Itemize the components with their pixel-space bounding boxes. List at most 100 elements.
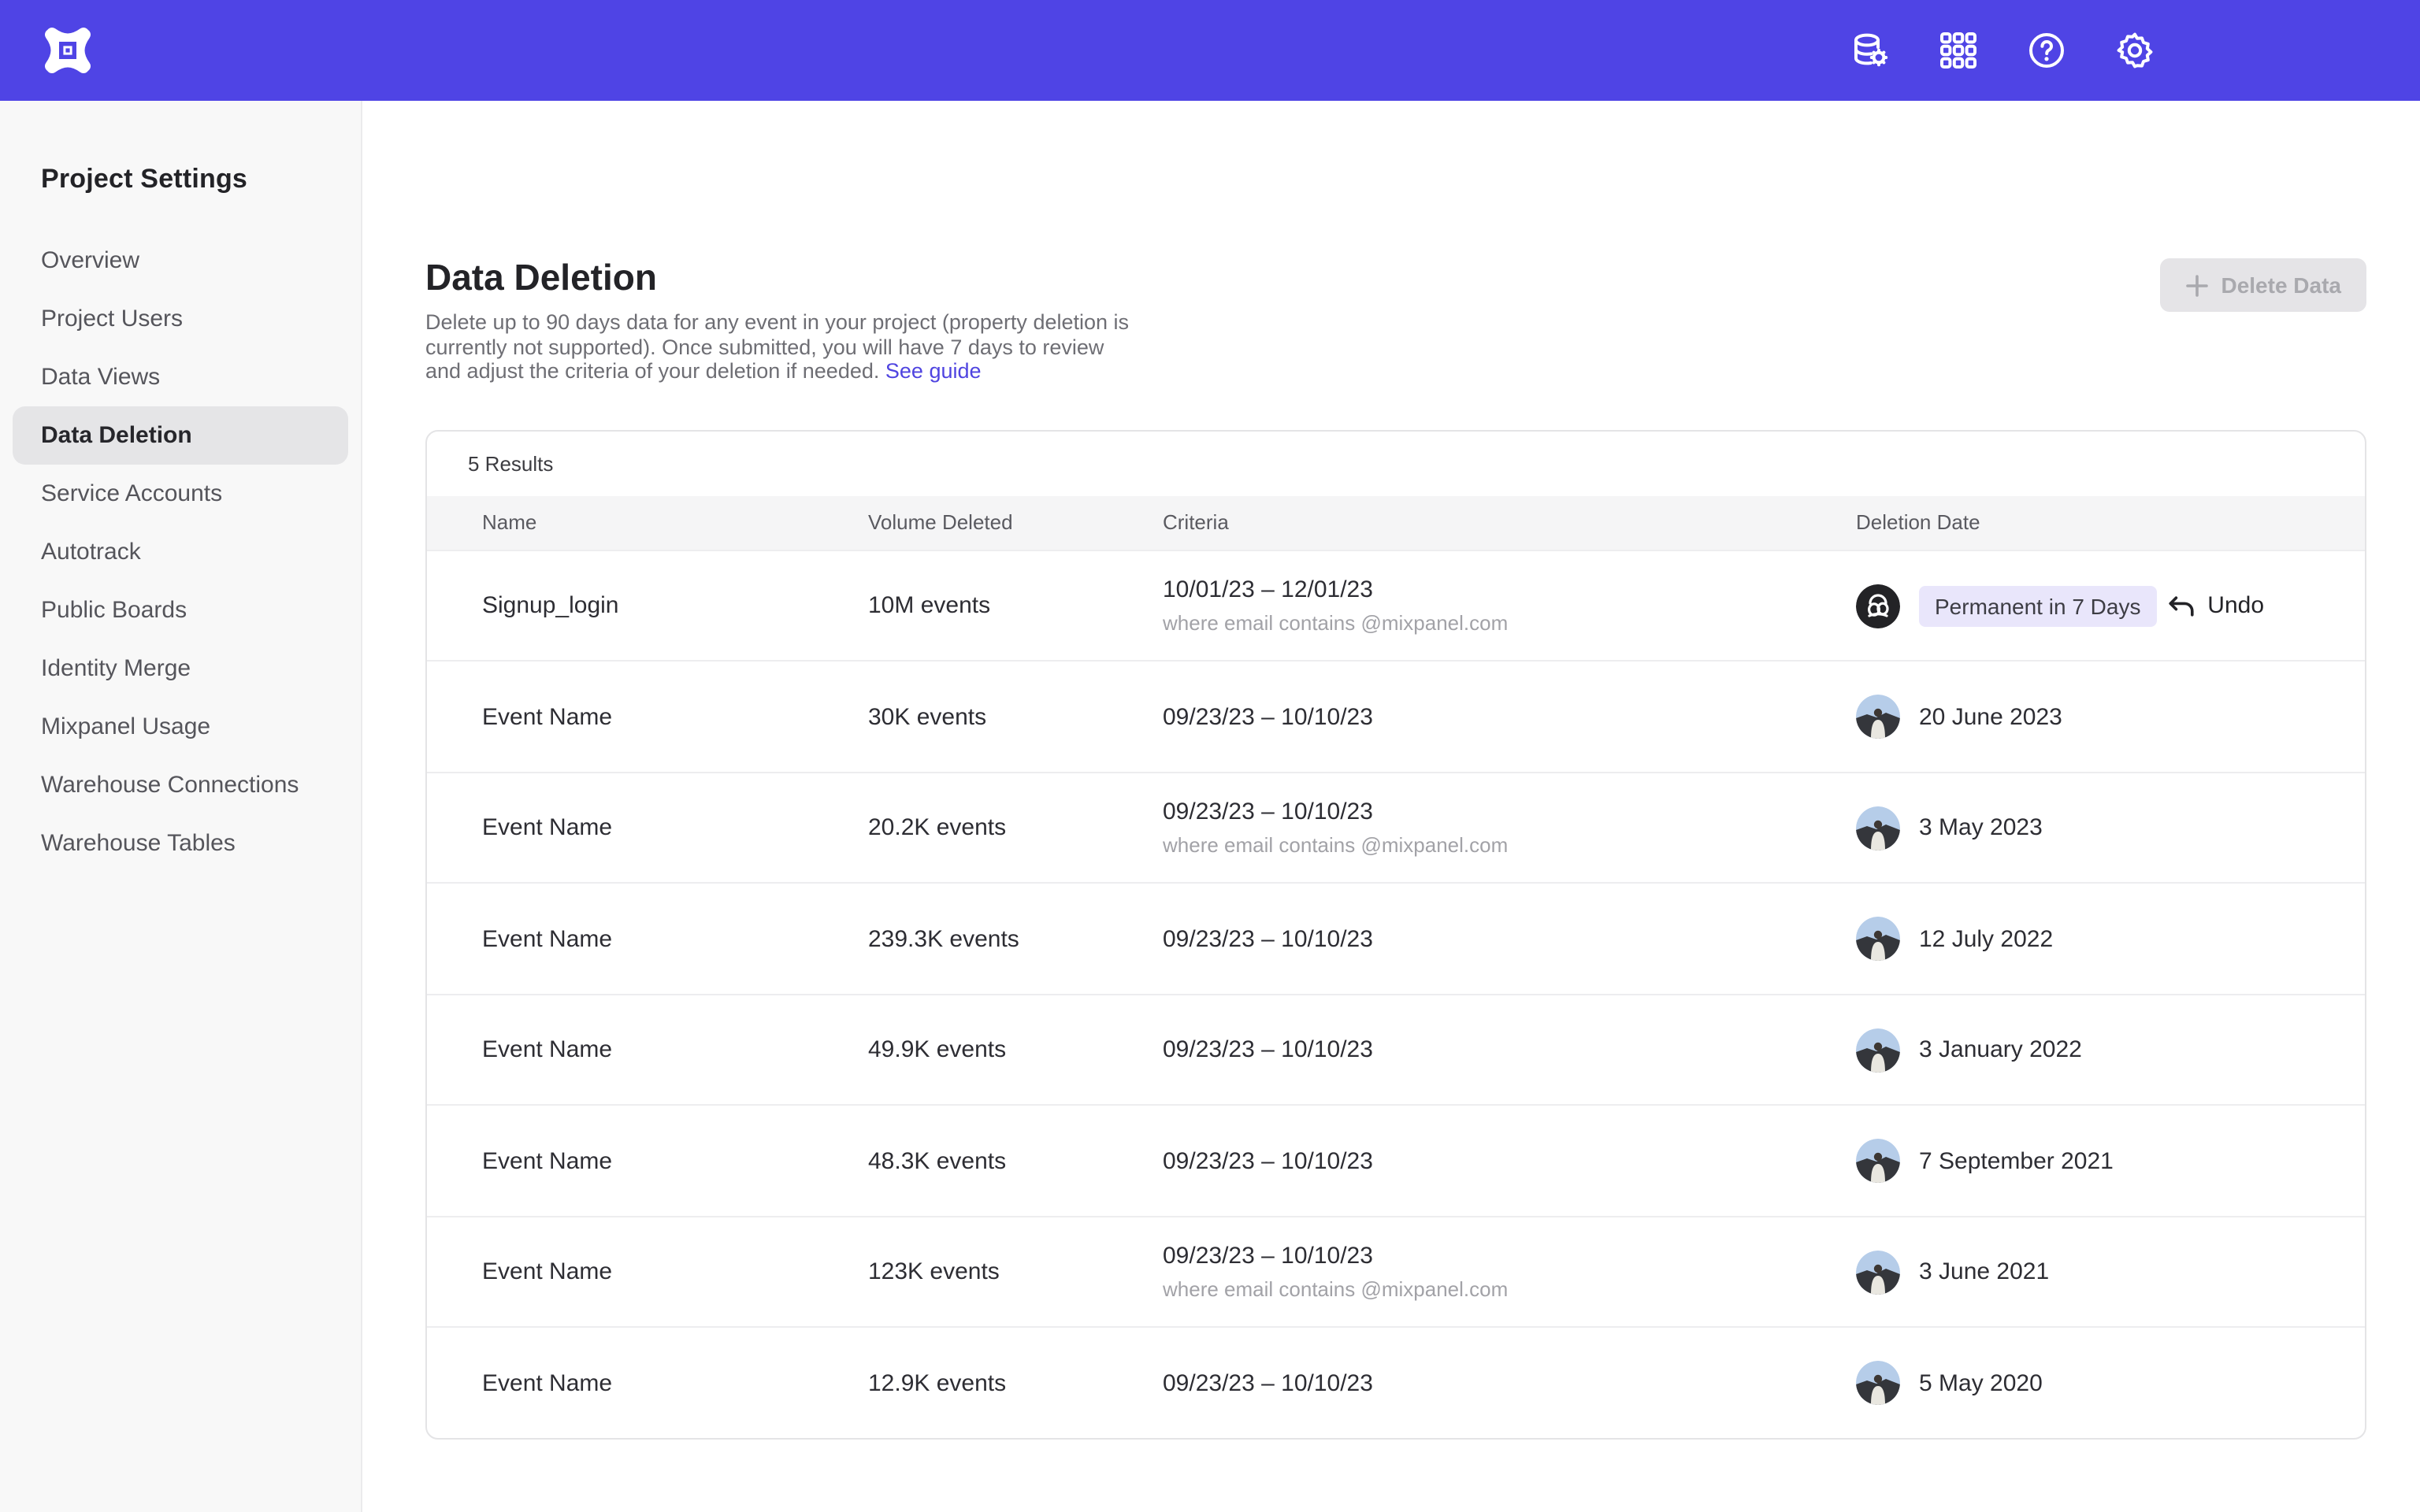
user-avatar	[1856, 1250, 1900, 1294]
criteria-cell: 10/01/23 – 12/01/23 where email contains…	[1163, 576, 1856, 635]
column-header-deletion-date: Deletion Date	[1856, 511, 2324, 535]
mixpanel-logo[interactable]	[43, 25, 93, 76]
delete-data-button[interactable]: Delete Data	[2159, 258, 2366, 312]
sidebar-item-autotrack[interactable]: Autotrack	[0, 523, 361, 581]
deletion-date: 3 May 2023	[1919, 814, 2043, 841]
table-row: Event Name 30K events 09/23/23 – 10/10/2…	[427, 661, 2365, 772]
topbar-icon-group	[1850, 30, 2155, 71]
deletion-date-cell: 3 June 2021	[1856, 1250, 2324, 1294]
sidebar-item-overview[interactable]: Overview	[0, 232, 361, 290]
table-row: Event Name 48.3K events 09/23/23 – 10/10…	[427, 1105, 2365, 1216]
see-guide-link[interactable]: See guide	[885, 359, 982, 383]
user-avatar	[1856, 584, 1900, 628]
sidebar-item-identity-merge[interactable]: Identity Merge	[0, 639, 361, 698]
help-icon[interactable]	[2026, 30, 2067, 71]
table-row: Signup_login 10M events 10/01/23 – 12/01…	[427, 550, 2365, 661]
criteria-date-range: 09/23/23 – 10/10/23	[1163, 1369, 1856, 1396]
criteria-date-range: 09/23/23 – 10/10/23	[1163, 703, 1856, 730]
criteria-date-range: 09/23/23 – 10/10/23	[1163, 925, 1856, 952]
criteria-cell: 09/23/23 – 10/10/23 where email contains…	[1163, 1243, 1856, 1301]
deletion-date-cell: 7 September 2021	[1856, 1139, 2324, 1183]
table-header-row: Name Volume Deleted Criteria Deletion Da…	[427, 496, 2365, 550]
sidebar-item-data-views[interactable]: Data Views	[0, 348, 361, 406]
criteria-where-clause: where email contains @mixpanel.com	[1163, 833, 1856, 857]
table-row: Event Name 239.3K events 09/23/23 – 10/1…	[427, 883, 2365, 994]
criteria-where-clause: where email contains @mixpanel.com	[1163, 1277, 1856, 1301]
deletion-date: 3 January 2022	[1919, 1036, 2082, 1063]
table-row: Event Name 12.9K events 09/23/23 – 10/10…	[427, 1327, 2365, 1438]
main-content: Data Deletion Delete up to 90 days data …	[362, 101, 2420, 1512]
top-navigation-bar	[0, 0, 2420, 101]
criteria-date-range: 09/23/23 – 10/10/23	[1163, 1147, 1856, 1174]
deletion-date: 20 June 2023	[1919, 703, 2062, 730]
deletion-date-cell: Permanent in 7 Days Undo	[1856, 584, 2324, 628]
volume-deleted: 123K events	[868, 1258, 1163, 1285]
event-name: Event Name	[482, 925, 868, 952]
criteria-cell: 09/23/23 – 10/10/23	[1163, 1036, 1856, 1063]
table-row: Event Name 123K events 09/23/23 – 10/10/…	[427, 1216, 2365, 1327]
app-root: Project Settings Overview Project Users …	[0, 0, 2420, 1512]
sidebar-item-project-users[interactable]: Project Users	[0, 290, 361, 348]
settings-gear-icon[interactable]	[2114, 30, 2155, 71]
criteria-cell: 09/23/23 – 10/10/23	[1163, 1147, 1856, 1174]
sidebar-item-mixpanel-usage[interactable]: Mixpanel Usage	[0, 698, 361, 756]
criteria-cell: 09/23/23 – 10/10/23	[1163, 1369, 1856, 1396]
deletion-requests-card: 5 Results Name Volume Deleted Criteria D…	[425, 430, 2366, 1440]
deletion-date-cell: 20 June 2023	[1856, 695, 2324, 739]
event-name: Event Name	[482, 1369, 868, 1396]
volume-deleted: 48.3K events	[868, 1147, 1163, 1174]
volume-deleted: 30K events	[868, 703, 1163, 730]
criteria-cell: 09/23/23 – 10/10/23 where email contains…	[1163, 799, 1856, 857]
volume-deleted: 20.2K events	[868, 814, 1163, 841]
page-title: Data Deletion	[425, 255, 2366, 299]
event-name: Signup_login	[482, 592, 868, 619]
undo-icon	[2168, 593, 2195, 618]
plus-icon	[2184, 273, 2208, 297]
criteria-date-range: 09/23/23 – 10/10/23	[1163, 1036, 1856, 1063]
data-management-icon[interactable]	[1850, 30, 1891, 71]
deletion-date: 12 July 2022	[1919, 925, 2053, 952]
event-name: Event Name	[482, 703, 868, 730]
volume-deleted: 49.9K events	[868, 1036, 1163, 1063]
user-avatar	[1856, 695, 1900, 739]
column-header-criteria: Criteria	[1163, 511, 1856, 535]
user-avatar	[1856, 1139, 1900, 1183]
criteria-cell: 09/23/23 – 10/10/23	[1163, 703, 1856, 730]
criteria-date-range: 10/01/23 – 12/01/23	[1163, 576, 1856, 603]
deletion-date: 3 June 2021	[1919, 1258, 2049, 1285]
deletion-date: 5 May 2020	[1919, 1369, 2043, 1396]
deletion-date-cell: 3 May 2023	[1856, 806, 2324, 850]
sidebar-title: Project Settings	[41, 164, 361, 195]
volume-deleted: 12.9K events	[868, 1369, 1163, 1396]
sidebar-nav: Overview Project Users Data Views Data D…	[0, 232, 361, 873]
criteria-where-clause: where email contains @mixpanel.com	[1163, 611, 1856, 635]
volume-deleted: 10M events	[868, 592, 1163, 619]
project-settings-sidebar: Project Settings Overview Project Users …	[0, 101, 362, 1512]
sidebar-item-warehouse-connections[interactable]: Warehouse Connections	[0, 756, 361, 814]
user-avatar	[1856, 917, 1900, 961]
user-avatar	[1856, 1028, 1900, 1072]
undo-button[interactable]: Undo	[2168, 592, 2264, 619]
page-description: Delete up to 90 days data for any event …	[425, 310, 1138, 384]
criteria-date-range: 09/23/23 – 10/10/23	[1163, 1243, 1856, 1269]
sidebar-item-data-deletion[interactable]: Data Deletion	[13, 406, 348, 465]
deletion-date: 7 September 2021	[1919, 1147, 2114, 1174]
deletion-date-cell: 5 May 2020	[1856, 1361, 2324, 1405]
user-avatar	[1856, 1361, 1900, 1405]
sidebar-item-public-boards[interactable]: Public Boards	[0, 581, 361, 639]
event-name: Event Name	[482, 1258, 868, 1285]
pending-permanent-badge: Permanent in 7 Days	[1919, 585, 2156, 626]
event-name: Event Name	[482, 1147, 868, 1174]
criteria-cell: 09/23/23 – 10/10/23	[1163, 925, 1856, 952]
volume-deleted: 239.3K events	[868, 925, 1163, 952]
column-header-volume-deleted: Volume Deleted	[868, 511, 1163, 535]
apps-grid-icon[interactable]	[1938, 30, 1979, 71]
sidebar-item-service-accounts[interactable]: Service Accounts	[0, 465, 361, 523]
deletion-date-cell: 3 January 2022	[1856, 1028, 2324, 1072]
sidebar-item-warehouse-tables[interactable]: Warehouse Tables	[0, 814, 361, 873]
deletion-date-cell: 12 July 2022	[1856, 917, 2324, 961]
criteria-date-range: 09/23/23 – 10/10/23	[1163, 799, 1856, 825]
event-name: Event Name	[482, 814, 868, 841]
user-avatar	[1856, 806, 1900, 850]
column-header-name: Name	[482, 511, 868, 535]
